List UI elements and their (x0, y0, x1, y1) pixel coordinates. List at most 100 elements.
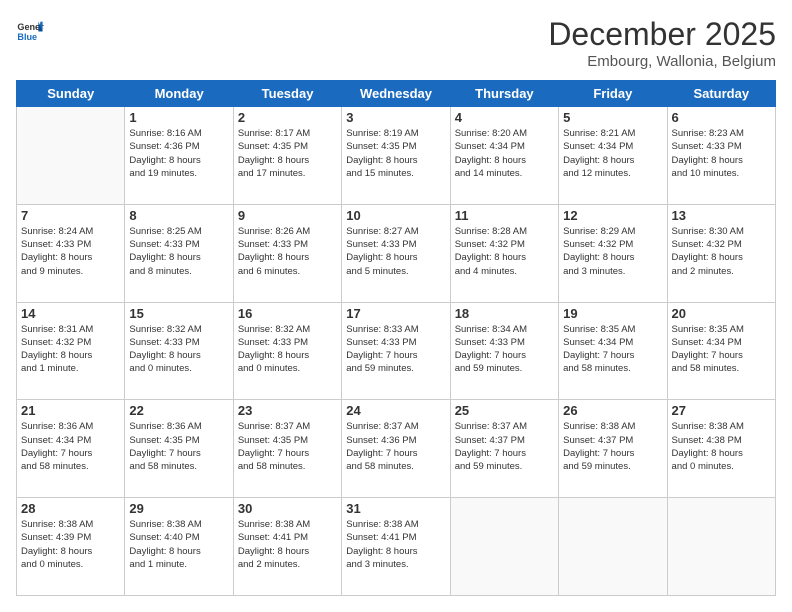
day-info: Sunrise: 8:17 AM Sunset: 4:35 PM Dayligh… (238, 127, 337, 180)
calendar-week-row: 28 Sunrise: 8:38 AM Sunset: 4:39 PM Dayli… (17, 498, 776, 596)
day-info: Sunrise: 8:33 AM Sunset: 4:33 PM Dayligh… (346, 323, 445, 376)
calendar-cell: 12 Sunrise: 8:29 AM Sunset: 4:32 PM Dayli… (559, 204, 667, 302)
day-number: 6 (672, 110, 771, 125)
day-info: Sunrise: 8:29 AM Sunset: 4:32 PM Dayligh… (563, 225, 662, 278)
day-info: Sunrise: 8:35 AM Sunset: 4:34 PM Dayligh… (563, 323, 662, 376)
day-number: 8 (129, 208, 228, 223)
calendar-cell: 2Sunrise: 8:17 AM Sunset: 4:35 PM Daylig… (233, 107, 341, 205)
svg-text:Blue: Blue (17, 32, 37, 42)
day-number: 29 (129, 501, 228, 516)
calendar-week-row: 21 Sunrise: 8:36 AM Sunset: 4:34 PM Dayli… (17, 400, 776, 498)
calendar-cell: 30 Sunrise: 8:38 AM Sunset: 4:41 PM Dayli… (233, 498, 341, 596)
day-number: 17 (346, 306, 445, 321)
day-number: 24 (346, 403, 445, 418)
calendar-cell (17, 107, 125, 205)
calendar-cell: 1 Sunrise: 8:16 AM Sunset: 4:36 PM Daylig… (125, 107, 233, 205)
calendar-table: SundayMondayTuesdayWednesdayThursdayFrid… (16, 80, 776, 596)
day-number: 30 (238, 501, 337, 516)
day-info: Sunrise: 8:21 AM Sunset: 4:34 PM Dayligh… (563, 127, 662, 180)
day-number: 20 (672, 306, 771, 321)
day-number: 23 (238, 403, 337, 418)
calendar-cell: 19 Sunrise: 8:35 AM Sunset: 4:34 PM Dayli… (559, 302, 667, 400)
day-number: 9 (238, 208, 337, 223)
day-info: Sunrise: 8:27 AM Sunset: 4:33 PM Dayligh… (346, 225, 445, 278)
day-info: Sunrise: 8:31 AM Sunset: 4:32 PM Dayligh… (21, 323, 120, 376)
calendar-cell: 9 Sunrise: 8:26 AM Sunset: 4:33 PM Daylig… (233, 204, 341, 302)
day-info: Sunrise: 8:38 AM Sunset: 4:38 PM Dayligh… (672, 420, 771, 473)
weekday-header: Friday (559, 81, 667, 107)
calendar-cell (667, 498, 775, 596)
day-info: Sunrise: 8:37 AM Sunset: 4:35 PM Dayligh… (238, 420, 337, 473)
day-number: 11 (455, 208, 554, 223)
day-info: Sunrise: 8:36 AM Sunset: 4:35 PM Dayligh… (129, 420, 228, 473)
day-number: 18 (455, 306, 554, 321)
day-info: Sunrise: 8:36 AM Sunset: 4:34 PM Dayligh… (21, 420, 120, 473)
day-info: Sunrise: 8:35 AM Sunset: 4:34 PM Dayligh… (672, 323, 771, 376)
calendar-cell: 4 Sunrise: 8:20 AM Sunset: 4:34 PM Daylig… (450, 107, 558, 205)
day-number: 3 (346, 110, 445, 125)
page: General Blue December 2025 Embourg, Wall… (0, 0, 792, 612)
calendar-week-row: 1 Sunrise: 8:16 AM Sunset: 4:36 PM Daylig… (17, 107, 776, 205)
calendar-cell: 13 Sunrise: 8:30 AM Sunset: 4:32 PM Dayli… (667, 204, 775, 302)
day-number: 15 (129, 306, 228, 321)
day-number: 22 (129, 403, 228, 418)
day-number: 13 (672, 208, 771, 223)
day-number: 26 (563, 403, 662, 418)
calendar-cell: 27 Sunrise: 8:38 AM Sunset: 4:38 PM Dayli… (667, 400, 775, 498)
weekday-header: Saturday (667, 81, 775, 107)
day-number: 4 (455, 110, 554, 125)
calendar-cell: 25Sunrise: 8:37 AM Sunset: 4:37 PM Dayli… (450, 400, 558, 498)
day-info: Sunrise: 8:34 AM Sunset: 4:33 PM Dayligh… (455, 323, 554, 376)
month-title: December 2025 (548, 16, 776, 53)
weekday-header: Thursday (450, 81, 558, 107)
day-info: Sunrise: 8:20 AM Sunset: 4:34 PM Dayligh… (455, 127, 554, 180)
day-info: Sunrise: 8:32 AM Sunset: 4:33 PM Dayligh… (238, 323, 337, 376)
weekday-header: Monday (125, 81, 233, 107)
day-info: Sunrise: 8:38 AM Sunset: 4:41 PM Dayligh… (238, 518, 337, 571)
calendar-cell (559, 498, 667, 596)
day-info: Sunrise: 8:38 AM Sunset: 4:41 PM Dayligh… (346, 518, 445, 571)
day-info: Sunrise: 8:38 AM Sunset: 4:37 PM Dayligh… (563, 420, 662, 473)
logo: General Blue (16, 16, 44, 44)
day-number: 14 (21, 306, 120, 321)
calendar-week-row: 14 Sunrise: 8:31 AM Sunset: 4:32 PM Dayli… (17, 302, 776, 400)
day-info: Sunrise: 8:26 AM Sunset: 4:33 PM Dayligh… (238, 225, 337, 278)
day-info: Sunrise: 8:28 AM Sunset: 4:32 PM Dayligh… (455, 225, 554, 278)
calendar-cell: 11 Sunrise: 8:28 AM Sunset: 4:32 PM Dayli… (450, 204, 558, 302)
calendar-cell: 31 Sunrise: 8:38 AM Sunset: 4:41 PM Dayli… (342, 498, 450, 596)
day-number: 21 (21, 403, 120, 418)
calendar-cell: 23 Sunrise: 8:37 AM Sunset: 4:35 PM Dayli… (233, 400, 341, 498)
day-info: Sunrise: 8:25 AM Sunset: 4:33 PM Dayligh… (129, 225, 228, 278)
calendar-cell: 3 Sunrise: 8:19 AM Sunset: 4:35 PM Daylig… (342, 107, 450, 205)
location: Embourg, Wallonia, Belgium (548, 53, 776, 70)
calendar-cell: 24 Sunrise: 8:37 AM Sunset: 4:36 PM Dayli… (342, 400, 450, 498)
day-number: 1 (129, 110, 228, 125)
calendar-cell: 28 Sunrise: 8:38 AM Sunset: 4:39 PM Dayli… (17, 498, 125, 596)
day-number: 12 (563, 208, 662, 223)
day-info: Sunrise: 8:30 AM Sunset: 4:32 PM Dayligh… (672, 225, 771, 278)
day-info: Sunrise: 8:38 AM Sunset: 4:40 PM Dayligh… (129, 518, 228, 571)
day-info: Sunrise: 8:16 AM Sunset: 4:36 PM Dayligh… (129, 127, 228, 180)
calendar-cell: 5Sunrise: 8:21 AM Sunset: 4:34 PM Daylig… (559, 107, 667, 205)
day-number: 25 (455, 403, 554, 418)
calendar-cell: 10 Sunrise: 8:27 AM Sunset: 4:33 PM Dayli… (342, 204, 450, 302)
calendar-cell: 20 Sunrise: 8:35 AM Sunset: 4:34 PM Dayli… (667, 302, 775, 400)
weekday-header-row: SundayMondayTuesdayWednesdayThursdayFrid… (17, 81, 776, 107)
day-number: 16 (238, 306, 337, 321)
calendar-cell: 15 Sunrise: 8:32 AM Sunset: 4:33 PM Dayli… (125, 302, 233, 400)
weekday-header: Wednesday (342, 81, 450, 107)
day-info: Sunrise: 8:19 AM Sunset: 4:35 PM Dayligh… (346, 127, 445, 180)
day-number: 31 (346, 501, 445, 516)
day-info: Sunrise: 8:37 AM Sunset: 4:36 PM Dayligh… (346, 420, 445, 473)
day-info: Sunrise: 8:32 AM Sunset: 4:33 PM Dayligh… (129, 323, 228, 376)
calendar-cell: 16 Sunrise: 8:32 AM Sunset: 4:33 PM Dayli… (233, 302, 341, 400)
header: General Blue December 2025 Embourg, Wall… (16, 16, 776, 70)
day-number: 19 (563, 306, 662, 321)
day-number: 10 (346, 208, 445, 223)
day-number: 27 (672, 403, 771, 418)
day-info: Sunrise: 8:38 AM Sunset: 4:39 PM Dayligh… (21, 518, 120, 571)
calendar-cell: 26 Sunrise: 8:38 AM Sunset: 4:37 PM Dayli… (559, 400, 667, 498)
calendar-cell: 18 Sunrise: 8:34 AM Sunset: 4:33 PM Dayli… (450, 302, 558, 400)
calendar-cell: 29 Sunrise: 8:38 AM Sunset: 4:40 PM Dayli… (125, 498, 233, 596)
day-number: 28 (21, 501, 120, 516)
